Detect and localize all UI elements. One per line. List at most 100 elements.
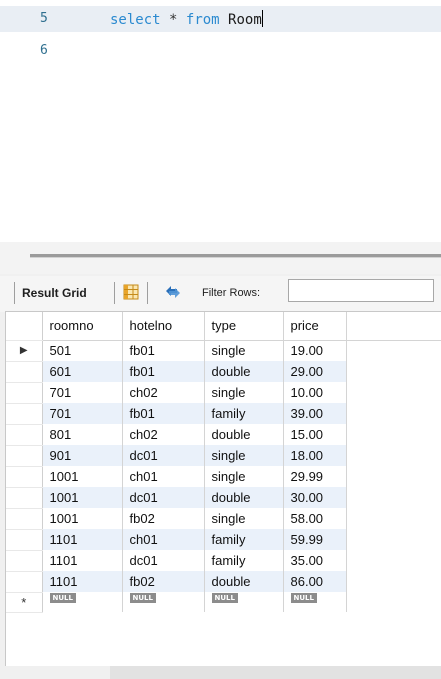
null-badge: NULL (129, 593, 156, 603)
cell-type[interactable]: single (204, 382, 284, 403)
cell-price[interactable]: 19.00 (283, 340, 347, 361)
cell-roomno[interactable]: 1101 (42, 550, 123, 571)
table-row[interactable]: 1101 ch01 family 59.99 (6, 529, 441, 551)
table-row[interactable]: 1001 fb02 single 58.00 (6, 508, 441, 530)
grid-empty-area (346, 312, 441, 341)
sql-keyword-select: select (110, 12, 161, 28)
table-row[interactable]: 1001 ch01 single 29.99 (6, 466, 441, 488)
cell-roomno[interactable]: 1001 (42, 466, 123, 487)
row-indicator (6, 445, 43, 467)
grid-empty-area (346, 529, 441, 550)
cell-price[interactable]: 29.99 (283, 466, 347, 487)
cell-roomno[interactable]: 1001 (42, 487, 123, 508)
cell-type[interactable]: single (204, 340, 284, 361)
cell-type[interactable]: double (204, 571, 284, 592)
cell-price[interactable]: 35.00 (283, 550, 347, 571)
cell-type[interactable]: double (204, 424, 284, 445)
cell-price[interactable]: 58.00 (283, 508, 347, 529)
table-row[interactable]: 701 fb01 family 39.00 (6, 403, 441, 425)
result-grid-tab[interactable]: Result Grid (22, 286, 87, 300)
cell-hotelno[interactable]: ch02 (122, 382, 205, 403)
cell-type[interactable]: single (204, 508, 284, 529)
cell-price[interactable]: 30.00 (283, 487, 347, 508)
editor-line-6[interactable]: 6 (0, 38, 441, 64)
cell-hotelno[interactable]: dc01 (122, 445, 205, 466)
cell-type[interactable]: double (204, 361, 284, 382)
grid-layout-icon[interactable] (123, 284, 139, 304)
grid-empty-area (346, 403, 441, 424)
cell-type[interactable]: double (204, 487, 284, 508)
cell-type[interactable]: single (204, 466, 284, 487)
cell-roomno[interactable]: 701 (42, 382, 123, 403)
table-row[interactable]: 1101 dc01 family 35.00 (6, 550, 441, 572)
new-row[interactable]: * NULL NULL NULL NULL (6, 592, 441, 613)
cell-hotelno[interactable]: fb01 (122, 403, 205, 424)
result-table: roomno hotelno type price ▶ 501 fb01 sin… (6, 312, 441, 613)
grid-empty-area (346, 340, 441, 361)
cell-hotelno[interactable]: fb01 (122, 340, 205, 361)
cell-price[interactable]: 10.00 (283, 382, 347, 403)
cell-hotelno[interactable]: ch02 (122, 424, 205, 445)
cell-roomno[interactable]: 1001 (42, 508, 123, 529)
table-row[interactable]: 1101 fb02 double 86.00 (6, 571, 441, 593)
cell-type[interactable]: single (204, 445, 284, 466)
table-row[interactable]: ▶ 501 fb01 single 19.00 (6, 340, 441, 362)
cell-price[interactable]: 86.00 (283, 571, 347, 592)
table-row[interactable]: 601 fb01 double 29.00 (6, 361, 441, 383)
row-indicator (6, 487, 43, 509)
grid-empty-area (346, 466, 441, 487)
row-indicator (6, 571, 43, 593)
filter-rows-input[interactable] (288, 279, 434, 302)
cell-hotelno[interactable]: ch01 (122, 529, 205, 550)
text-caret (261, 10, 263, 27)
line-number: 5 (40, 11, 48, 26)
column-header-roomno[interactable]: roomno (42, 312, 123, 341)
table-row[interactable]: 701 ch02 single 10.00 (6, 382, 441, 404)
table-row[interactable]: 1001 dc01 double 30.00 (6, 487, 441, 509)
cell-roomno[interactable]: 1101 (42, 529, 123, 550)
output-panel-tab[interactable] (110, 666, 441, 679)
table-row[interactable]: 801 ch02 double 15.00 (6, 424, 441, 446)
cell-price[interactable]: 15.00 (283, 424, 347, 445)
cell-roomno[interactable]: 501 (42, 340, 123, 361)
panel-splitter[interactable] (0, 242, 441, 274)
row-indicator-header (6, 312, 43, 341)
cell-hotelno[interactable]: fb01 (122, 361, 205, 382)
cell-type[interactable]: NULL (204, 592, 284, 612)
cell-roomno[interactable]: 1101 (42, 571, 123, 592)
table-row[interactable]: 901 dc01 single 18.00 (6, 445, 441, 467)
cell-price[interactable]: 39.00 (283, 403, 347, 424)
cell-roomno[interactable]: 801 (42, 424, 123, 445)
result-grid[interactable]: roomno hotelno type price ▶ 501 fb01 sin… (5, 311, 441, 667)
row-indicator (6, 508, 43, 530)
null-badge: NULL (49, 593, 76, 603)
editor-line-5[interactable]: 5 select * from Room (0, 6, 441, 32)
splitter-handle[interactable] (30, 254, 441, 258)
cell-price[interactable]: 29.00 (283, 361, 347, 382)
column-header-hotelno[interactable]: hotelno (122, 312, 205, 341)
sql-editor[interactable]: 5 select * from Room 6 (0, 0, 441, 242)
cell-type[interactable]: family (204, 529, 284, 550)
cell-roomno[interactable]: 901 (42, 445, 123, 466)
column-header-price[interactable]: price (283, 312, 347, 341)
column-header-type[interactable]: type (204, 312, 284, 341)
cell-roomno[interactable]: 601 (42, 361, 123, 382)
cell-hotelno[interactable]: dc01 (122, 487, 205, 508)
cell-roomno[interactable]: NULL (42, 592, 123, 612)
sql-statement[interactable]: select * from Room (110, 10, 263, 28)
cell-hotelno[interactable]: fb02 (122, 508, 205, 529)
grid-empty-area (346, 445, 441, 466)
cell-hotelno[interactable]: ch01 (122, 466, 205, 487)
refresh-arrows-icon[interactable] (163, 283, 183, 305)
grid-empty-area (346, 592, 441, 612)
cell-roomno[interactable]: 701 (42, 403, 123, 424)
cell-price[interactable]: NULL (283, 592, 347, 612)
cell-type[interactable]: family (204, 550, 284, 571)
cell-type[interactable]: family (204, 403, 284, 424)
cell-hotelno[interactable]: dc01 (122, 550, 205, 571)
cell-price[interactable]: 18.00 (283, 445, 347, 466)
cell-price[interactable]: 59.99 (283, 529, 347, 550)
cell-hotelno[interactable]: fb02 (122, 571, 205, 592)
row-indicator (6, 382, 43, 404)
cell-hotelno[interactable]: NULL (122, 592, 205, 612)
